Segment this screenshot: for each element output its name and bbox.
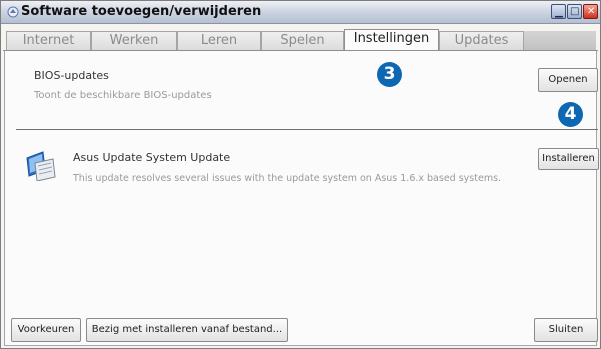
bios-updates-title: BIOS-updates — [34, 69, 109, 82]
tab-internet[interactable]: Internet — [6, 31, 91, 50]
window-title: Software toevoegen/verwijderen — [21, 4, 262, 19]
minimize-icon: ▁ — [555, 7, 563, 18]
tab-spelen[interactable]: Spelen — [261, 31, 344, 50]
open-button[interactable]: Openen — [538, 68, 598, 92]
software-update-icon — [26, 151, 56, 181]
title-bar[interactable]: Software toevoegen/verwijderen ▁ □ ✕ — [1, 1, 600, 24]
close-window-button[interactable]: ✕ — [583, 4, 598, 19]
section-divider — [16, 129, 598, 130]
app-window: Software toevoegen/verwijderen ▁ □ ✕ Int… — [0, 0, 601, 349]
maximize-icon: □ — [570, 6, 580, 17]
tab-updates[interactable]: Updates — [439, 31, 524, 50]
tab-werken[interactable]: Werken — [91, 31, 177, 50]
close-button[interactable]: Sluiten — [534, 318, 598, 342]
tab-bar: Internet Werken Leren Spelen Instellinge… — [1, 29, 600, 51]
app-icon — [7, 6, 19, 18]
tab-instellingen[interactable]: Instellingen — [344, 29, 439, 51]
bios-updates-description: Toont de beschikbare BIOS-updates — [34, 90, 212, 101]
update-item-title: Asus Update System Update — [73, 151, 231, 164]
install-from-file-button[interactable]: Bezig met installeren vanaf bestand... — [86, 318, 288, 342]
update-item-description: This update resolves several issues with… — [73, 173, 502, 184]
callout-marker-3: 3 — [377, 62, 402, 87]
install-button[interactable]: Installeren — [538, 148, 599, 170]
preferences-button[interactable]: Voorkeuren — [11, 318, 81, 342]
callout-marker-4: 4 — [558, 102, 583, 127]
tab-bar-filler — [524, 31, 596, 50]
maximize-button[interactable]: □ — [567, 4, 582, 19]
close-icon: ✕ — [587, 6, 596, 17]
tab-leren[interactable]: Leren — [177, 31, 261, 50]
minimize-button[interactable]: ▁ — [551, 4, 566, 19]
